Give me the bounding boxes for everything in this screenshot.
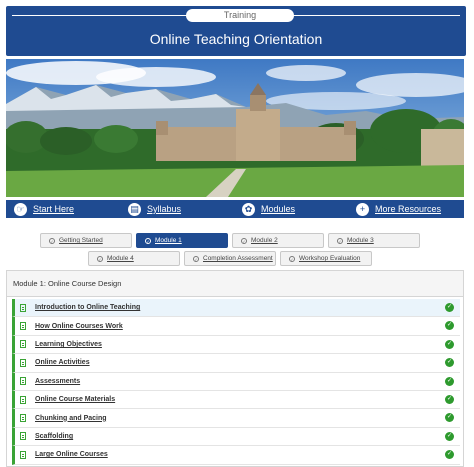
tab-completion-assessment[interactable]: ✓ Completion Assessment	[184, 251, 276, 266]
check-circle-icon: ✓	[193, 255, 199, 262]
tab-getting-started[interactable]: ✓ Getting Started	[40, 233, 132, 248]
plus-icon: +	[356, 202, 369, 216]
hero-image	[6, 59, 464, 197]
completed-check-icon: ✓	[445, 450, 454, 460]
tab-module-2[interactable]: ✓ Module 2	[232, 233, 324, 248]
document-icon	[20, 358, 26, 367]
module-item[interactable]: Learning Objectives ✓	[12, 335, 460, 355]
completed-check-icon: ✓	[445, 339, 454, 349]
nav-start-here[interactable]: ☞ Start Here	[14, 200, 74, 218]
syllabus-icon: ▤	[128, 202, 141, 216]
module-item[interactable]: Scaffolding ✓	[12, 427, 460, 447]
document-icon	[20, 414, 26, 423]
document-icon	[20, 340, 26, 349]
module-item[interactable]: Large Online Courses ✓	[12, 446, 460, 465]
document-icon	[20, 432, 26, 441]
nav-more-resources[interactable]: + More Resources	[356, 200, 441, 218]
completed-check-icon: ✓	[445, 303, 454, 312]
completed-check-icon: ✓	[445, 358, 454, 368]
module-item[interactable]: Assessments ✓	[12, 372, 460, 391]
document-icon	[20, 322, 26, 331]
check-circle-icon: ✓	[241, 237, 247, 244]
completed-check-icon: ✓	[445, 431, 454, 441]
document-icon	[20, 450, 26, 459]
course-header-banner: Training Online Teaching Orientation	[6, 6, 466, 56]
check-circle-icon: ✓	[97, 255, 103, 262]
module-panel: Module 1: Online Course Design Introduct…	[6, 270, 464, 467]
hand-pointer-icon: ☞	[14, 202, 27, 216]
document-icon	[20, 377, 26, 386]
module-item[interactable]: Introduction to Online Teaching ✓	[12, 299, 460, 318]
nav-syllabus-label: Syllabus	[147, 204, 182, 214]
tab-module-3[interactable]: ✓ Module 3	[328, 233, 420, 248]
nav-more-resources-label: More Resources	[375, 204, 442, 214]
nav-modules-label: Modules	[261, 204, 296, 214]
tab-module-4[interactable]: ✓ Module 4	[88, 251, 180, 266]
document-icon	[20, 303, 26, 312]
completed-check-icon: ✓	[445, 395, 454, 404]
training-badge: Training	[186, 9, 294, 22]
check-circle-icon: ✓	[145, 237, 151, 244]
check-circle-icon: ✓	[337, 237, 343, 244]
tab-workshop-evaluation[interactable]: ✓ Workshop Evaluation	[280, 251, 372, 266]
completed-check-icon: ✓	[445, 321, 454, 331]
nav-start-here-label: Start Here	[33, 204, 75, 214]
module-item[interactable]: Chunking and Pacing ✓	[12, 409, 460, 428]
modules-icon: ✿	[242, 202, 255, 216]
module-item[interactable]: Online Course Materials ✓	[12, 391, 460, 410]
module-title: Module 1: Online Course Design	[7, 271, 463, 297]
check-circle-icon: ✓	[289, 255, 295, 262]
completed-check-icon: ✓	[445, 413, 454, 423]
document-icon	[20, 395, 26, 404]
course-nav-bar: ☞ Start Here ▤ Syllabus ✿ Modules + More…	[6, 200, 464, 218]
nav-syllabus[interactable]: ▤ Syllabus	[128, 200, 181, 218]
module-item[interactable]: Online Activities ✓	[12, 354, 460, 373]
nav-modules[interactable]: ✿ Modules	[242, 200, 295, 218]
page-title: Online Teaching Orientation	[149, 31, 323, 47]
completed-check-icon: ✓	[445, 376, 454, 386]
tab-module-1[interactable]: ✓ Module 1	[136, 233, 228, 248]
module-item[interactable]: How Online Courses Work ✓	[12, 317, 460, 336]
check-circle-icon: ✓	[49, 237, 55, 244]
